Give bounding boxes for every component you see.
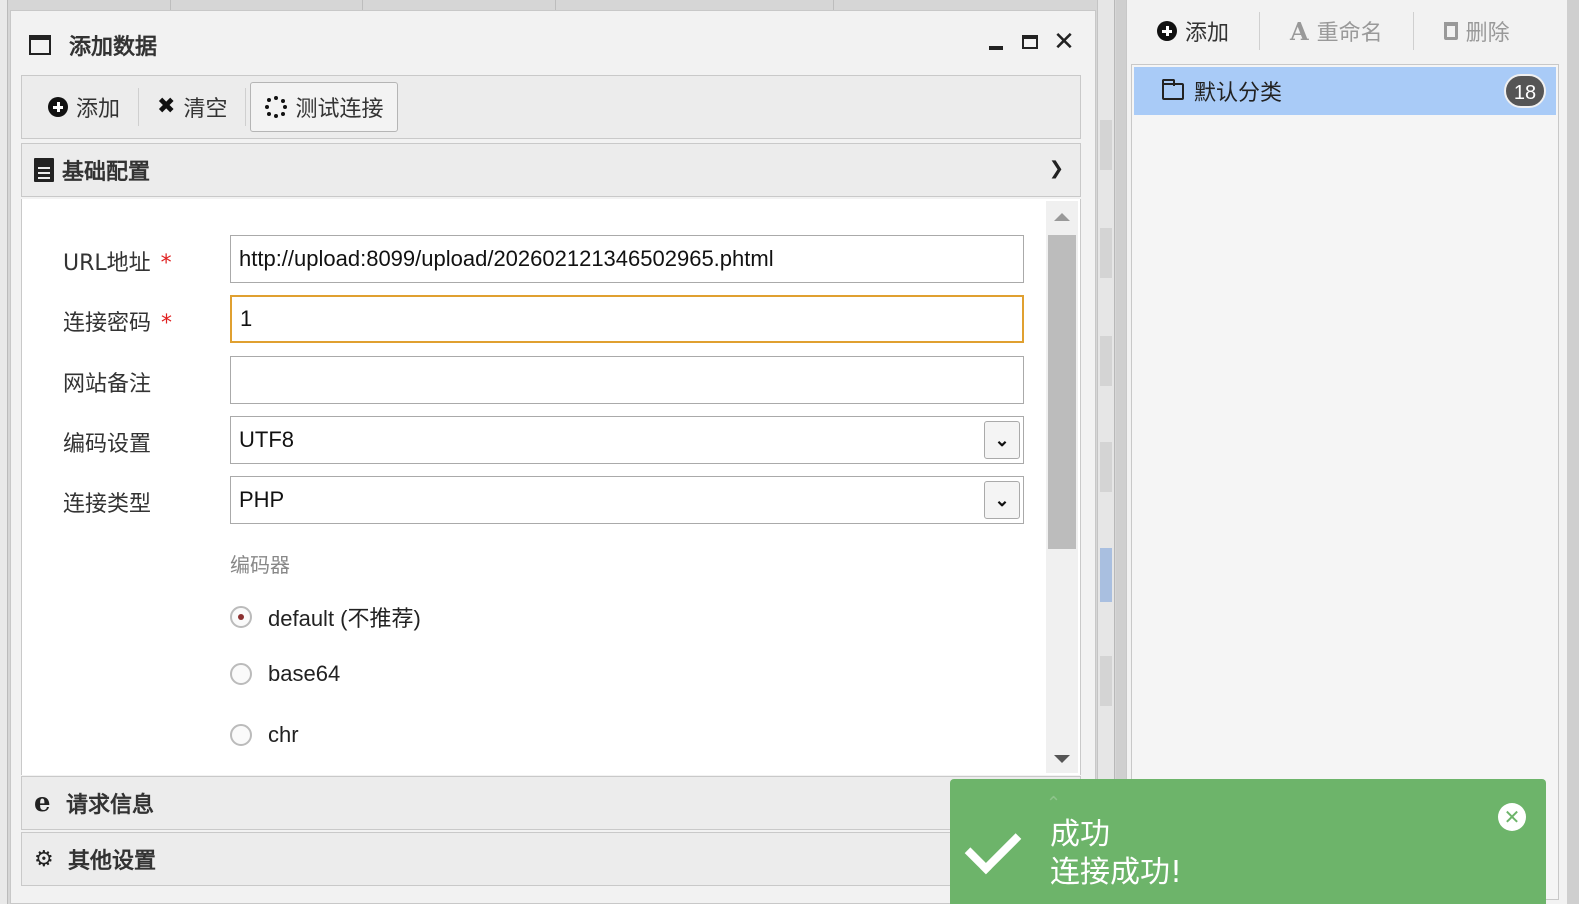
note-row: 网站备注	[22, 356, 1042, 406]
background-left-strip	[0, 0, 8, 904]
scroll-up-icon[interactable]	[1054, 213, 1070, 221]
url-row: URL地址 * http://upload:8099/upload/2026021…	[22, 235, 1042, 285]
x-icon: ✖	[157, 94, 176, 119]
test-connection-button[interactable]: 测试连接	[250, 82, 399, 132]
url-label: URL地址 *	[63, 245, 172, 277]
add-button[interactable]: 添加	[34, 82, 134, 132]
chevron-down-icon: ❯	[1048, 158, 1064, 179]
chevron-down-icon[interactable]: ⌄	[984, 421, 1020, 459]
dialog-toolbar: 添加 ✖ 清空 测试连接	[21, 75, 1081, 139]
category-add-label: 添加	[1185, 21, 1230, 46]
radio-unchecked[interactable]	[230, 663, 252, 685]
category-add-button[interactable]: 添加	[1127, 11, 1259, 51]
section-other-header[interactable]: ⚙ 其他设置	[21, 832, 1081, 886]
background-block	[1100, 656, 1112, 706]
section-request-header[interactable]: e 请求信息	[21, 776, 1081, 830]
password-input[interactable]: 1	[230, 295, 1024, 343]
note-input[interactable]	[230, 356, 1024, 404]
encoding-value: UTF8	[239, 427, 294, 452]
type-select[interactable]: PHP ⌄	[230, 476, 1024, 524]
scroll-thumb[interactable]	[1048, 235, 1076, 549]
category-delete-button[interactable]: 删除	[1414, 11, 1540, 51]
encoder-option-label: default (不推荐)	[268, 606, 421, 631]
encoder-option-base64[interactable]: base64	[230, 661, 340, 687]
checkmark-icon	[964, 817, 1022, 875]
add-button-label: 添加	[76, 97, 121, 122]
category-delete-label: 删除	[1465, 21, 1510, 46]
chevron-down-icon[interactable]: ⌄	[984, 481, 1020, 519]
clear-button-label: 清空	[183, 97, 228, 122]
radio-checked[interactable]	[230, 606, 252, 628]
category-name: 默认分类	[1194, 81, 1283, 106]
test-connection-label: 测试连接	[295, 97, 384, 122]
add-data-dialog: 添加数据 ✕ 添加 ✖ 清空 测试连接 基础配置 ❯ URL地址 * http:…	[10, 10, 1096, 904]
background-selected-block	[1100, 548, 1112, 602]
category-list: 默认分类 18	[1131, 64, 1559, 900]
minimize-icon[interactable]	[985, 31, 1007, 53]
url-input[interactable]: http://upload:8099/upload/20260212134650…	[230, 235, 1024, 283]
background-block	[1100, 120, 1112, 170]
encoding-row: 编码设置 UTF8 ⌄	[22, 416, 1042, 466]
background-block	[1100, 228, 1112, 278]
dialog-titlebar[interactable]: 添加数据 ✕	[11, 11, 1095, 75]
encoder-option-label: chr	[268, 722, 299, 747]
trash-icon	[1443, 22, 1458, 40]
toolbar-separator	[245, 88, 247, 126]
section-basic-header[interactable]: 基础配置 ❯	[21, 143, 1081, 197]
encoder-option-chr[interactable]: chr	[230, 722, 299, 748]
document-icon	[34, 158, 54, 182]
folder-icon	[1162, 78, 1184, 100]
category-rename-label: 重命名	[1316, 21, 1383, 46]
basic-config-panel: URL地址 * http://upload:8099/upload/2026021…	[21, 199, 1081, 775]
required-mark: *	[160, 251, 172, 276]
plus-circle-icon	[48, 97, 68, 117]
window-controls: ✕	[985, 29, 1075, 55]
form-scrollbar[interactable]	[1046, 201, 1078, 773]
plus-circle-icon	[1157, 21, 1177, 41]
section-other-title: 其他设置	[68, 849, 157, 874]
font-a-icon: A	[1290, 16, 1309, 46]
section-request-title: 请求信息	[66, 793, 155, 818]
background-block	[1100, 442, 1112, 492]
browser-e-icon: e	[34, 788, 51, 818]
category-panel: 添加 A 重命名 删除 默认分类 18	[1126, 0, 1567, 904]
type-value: PHP	[239, 487, 285, 512]
category-item-default[interactable]: 默认分类 18	[1134, 67, 1556, 115]
encoder-title: 编码器	[230, 553, 290, 577]
radio-unchecked[interactable]	[230, 724, 252, 746]
background-block	[1100, 336, 1112, 386]
window-icon	[29, 35, 51, 55]
close-icon[interactable]: ✕	[1053, 29, 1075, 55]
password-label: 连接密码 *	[63, 305, 172, 337]
spinner-icon	[265, 96, 288, 118]
encoder-option-label: base64	[268, 661, 341, 686]
encoding-select[interactable]: UTF8 ⌄	[230, 416, 1024, 464]
category-rename-button[interactable]: A 重命名	[1260, 11, 1413, 51]
scroll-down-icon[interactable]	[1054, 755, 1070, 763]
close-icon[interactable]: ✕	[1498, 803, 1526, 831]
note-label: 网站备注	[63, 372, 152, 397]
required-mark: *	[161, 311, 173, 336]
toast-message: 连接成功!	[1050, 855, 1183, 890]
section-basic-title: 基础配置	[62, 160, 151, 185]
type-label: 连接类型	[63, 492, 152, 517]
category-toolbar: 添加 A 重命名 删除	[1127, 0, 1567, 62]
password-label-text: 连接密码	[63, 311, 152, 336]
url-label-text: URL地址	[63, 251, 151, 276]
toolbar-separator	[138, 88, 140, 126]
dialog-title: 添加数据	[69, 35, 158, 60]
encoding-label: 编码设置	[63, 432, 152, 457]
count-badge: 18	[1504, 74, 1546, 108]
type-row: 连接类型 PHP ⌄	[22, 476, 1042, 526]
password-row: 连接密码 * 1	[22, 295, 1042, 345]
gears-icon: ⚙	[34, 846, 54, 872]
maximize-icon[interactable]	[1019, 31, 1041, 53]
clear-button[interactable]: ✖ 清空	[143, 82, 241, 132]
background-right-strip	[1097, 0, 1115, 904]
encoder-option-default[interactable]: default (不推荐)	[230, 601, 421, 633]
success-toast: ⌃ 成功 连接成功! ✕	[950, 779, 1546, 904]
